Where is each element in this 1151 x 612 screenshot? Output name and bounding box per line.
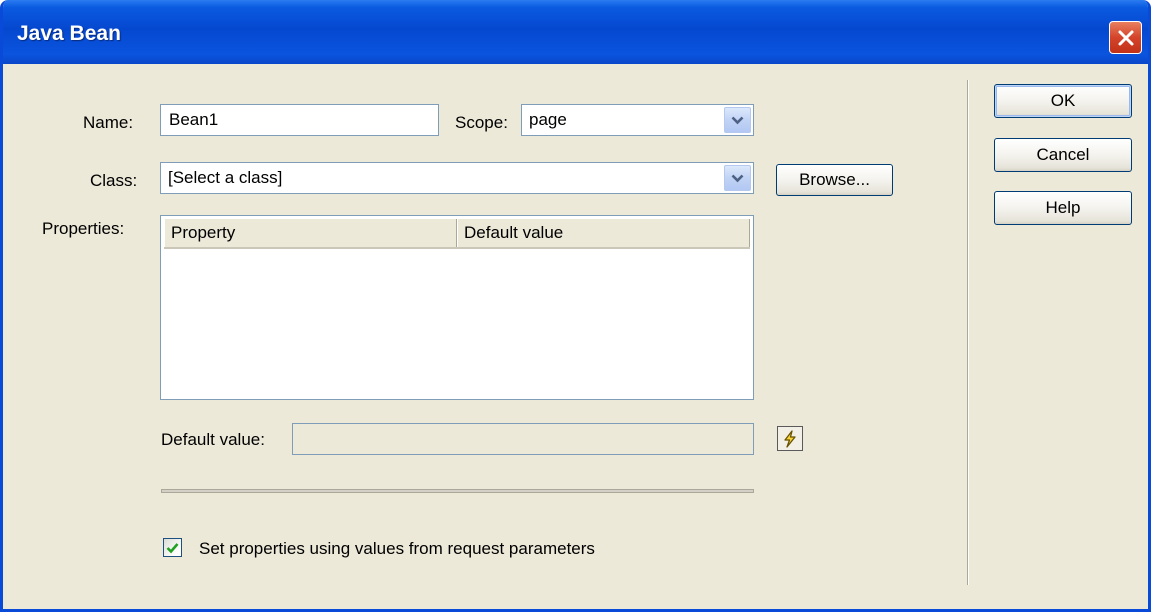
name-input[interactable]: Bean1 (160, 104, 439, 136)
set-properties-checkbox[interactable] (163, 538, 182, 557)
class-select[interactable]: [Select a class] (160, 162, 754, 194)
column-header-default-value[interactable]: Default value (457, 219, 750, 247)
vertical-separator (967, 80, 969, 585)
ok-button[interactable]: OK (994, 84, 1132, 118)
browse-button[interactable]: Browse... (776, 164, 893, 196)
properties-list[interactable]: Property Default value (160, 215, 754, 400)
properties-label: Properties: (42, 219, 125, 238)
default-value-input (292, 423, 754, 455)
scope-select[interactable]: page (521, 104, 754, 136)
chevron-down-icon (731, 116, 744, 124)
title-bar[interactable]: Java Bean (3, 0, 1148, 64)
scope-dropdown-button[interactable] (724, 107, 751, 133)
checkmark-icon (166, 542, 179, 553)
properties-list-header: Property Default value (164, 219, 750, 249)
close-icon (1118, 30, 1133, 45)
dynamic-data-button[interactable] (777, 426, 803, 451)
java-bean-dialog: Java Bean Name: Bean1 Scope: page Class:… (0, 0, 1151, 612)
column-header-property[interactable]: Property (164, 219, 457, 247)
cancel-button[interactable]: Cancel (994, 138, 1132, 172)
close-button[interactable] (1109, 21, 1142, 54)
class-dropdown-button[interactable] (724, 165, 751, 191)
class-value: [Select a class] (168, 168, 283, 187)
class-label: Class: (90, 171, 138, 190)
horizontal-separator (161, 489, 754, 493)
name-label: Name: (83, 113, 134, 132)
scope-value: page (529, 110, 567, 129)
lightning-icon (784, 429, 796, 448)
set-properties-label[interactable]: Set properties using values from request… (199, 539, 595, 559)
scope-label: Scope: (455, 113, 508, 132)
help-button[interactable]: Help (994, 191, 1132, 225)
chevron-down-icon (731, 174, 744, 182)
default-value-label: Default value: (161, 430, 265, 449)
window-title: Java Bean (17, 22, 121, 45)
